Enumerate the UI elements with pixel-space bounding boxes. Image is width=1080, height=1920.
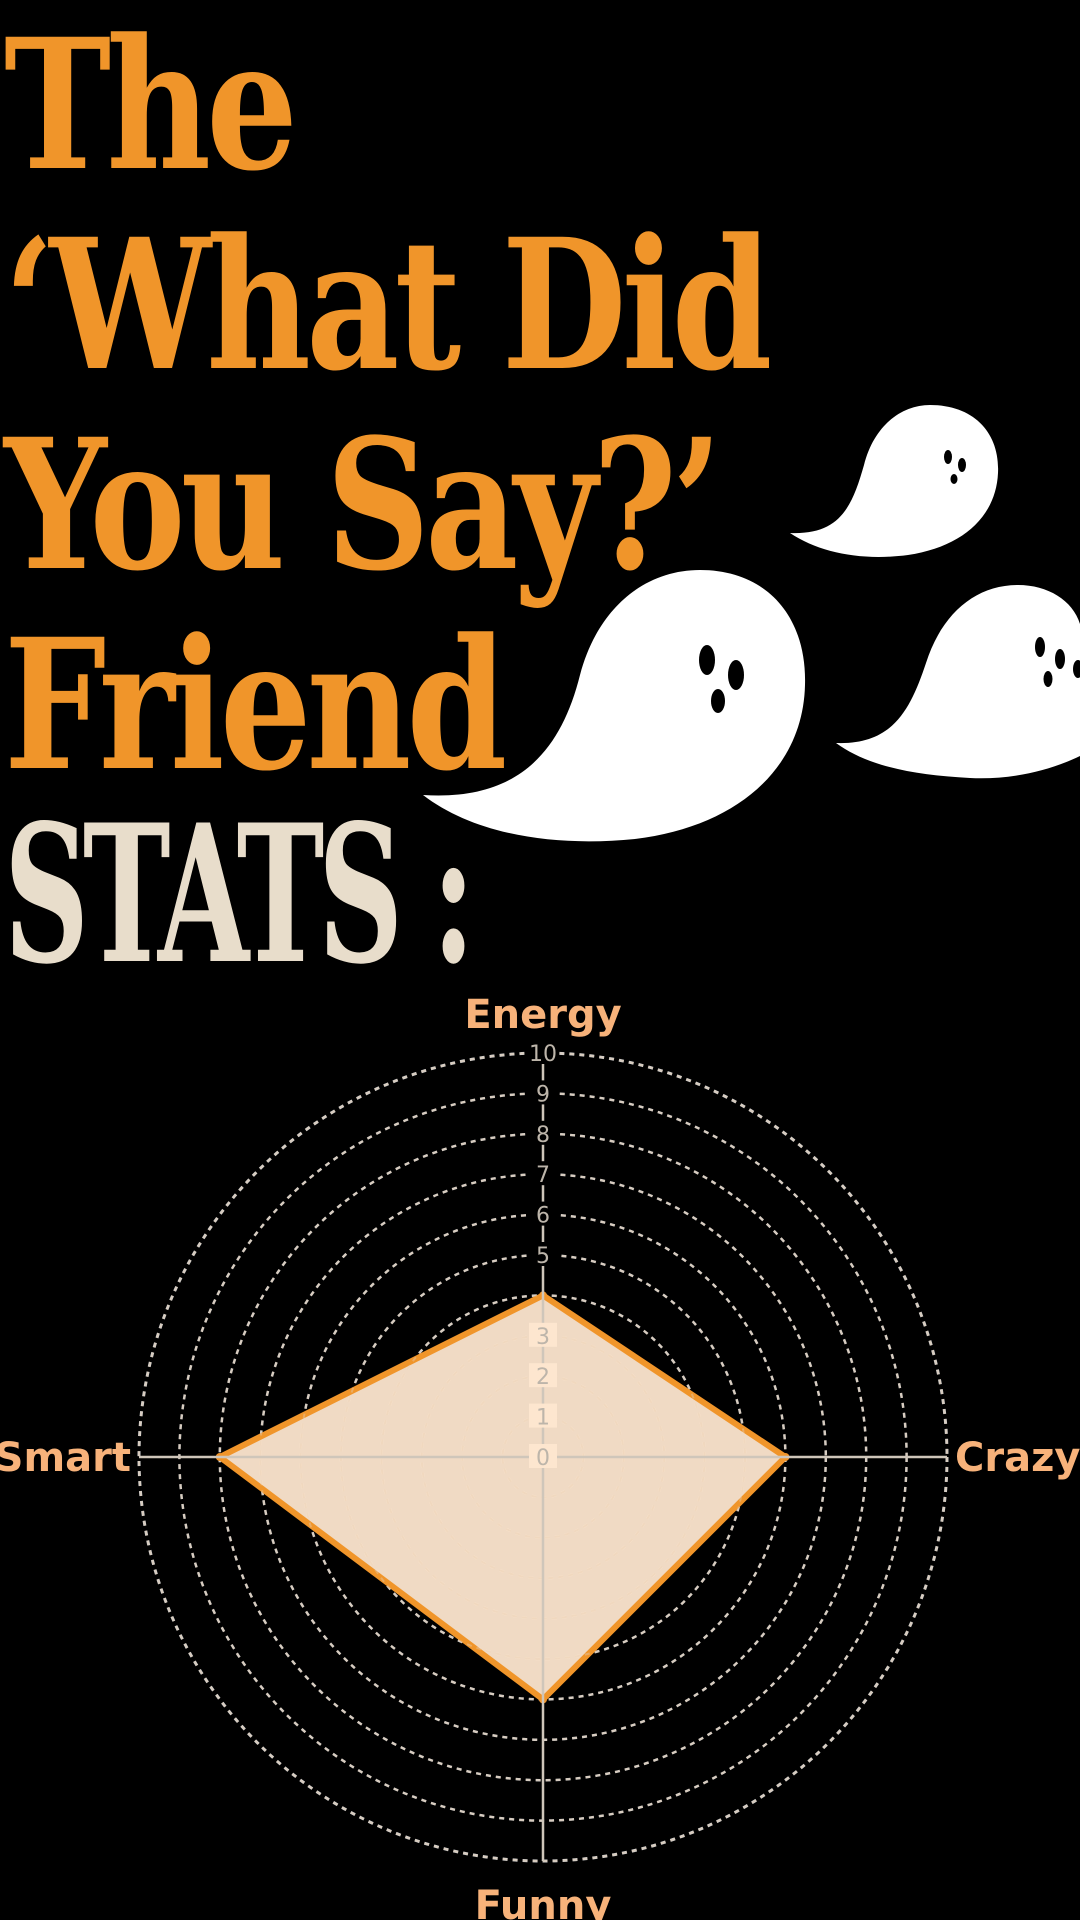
radar-tick-labels: 0 1 2 3 5 6 7 8 9 10	[529, 1040, 557, 1471]
tick-label-0: 0	[536, 1446, 550, 1471]
title-line-1: The	[4, 0, 298, 211]
tick-label-1: 1	[536, 1406, 550, 1431]
axis-label-crazy: Crazy	[955, 1435, 1080, 1481]
ghost-icon	[790, 405, 999, 557]
tick-label-10: 10	[529, 1042, 557, 1067]
tick-label-8: 8	[536, 1123, 550, 1148]
ghost-icon	[836, 585, 1080, 779]
tick-label-6: 6	[536, 1204, 550, 1229]
tick-label-7: 7	[536, 1163, 550, 1188]
title-line-2: ‘What Did	[4, 200, 772, 411]
tick-label-9: 9	[536, 1082, 550, 1107]
axis-label-smart: Smart	[0, 1435, 131, 1481]
stats-heading: STATS :	[4, 783, 475, 1006]
tick-label-5: 5	[536, 1244, 550, 1269]
radar-chart: 0 1 2 3 5 6 7 8 9 10 Energy Crazy Funny Smart	[0, 992, 1080, 1920]
tick-label-2: 2	[536, 1365, 550, 1390]
axis-label-funny: Funny	[475, 1883, 612, 1920]
tick-label-3: 3	[536, 1325, 550, 1350]
axis-label-energy: Energy	[464, 992, 621, 1038]
ghost-icon	[423, 570, 806, 842]
